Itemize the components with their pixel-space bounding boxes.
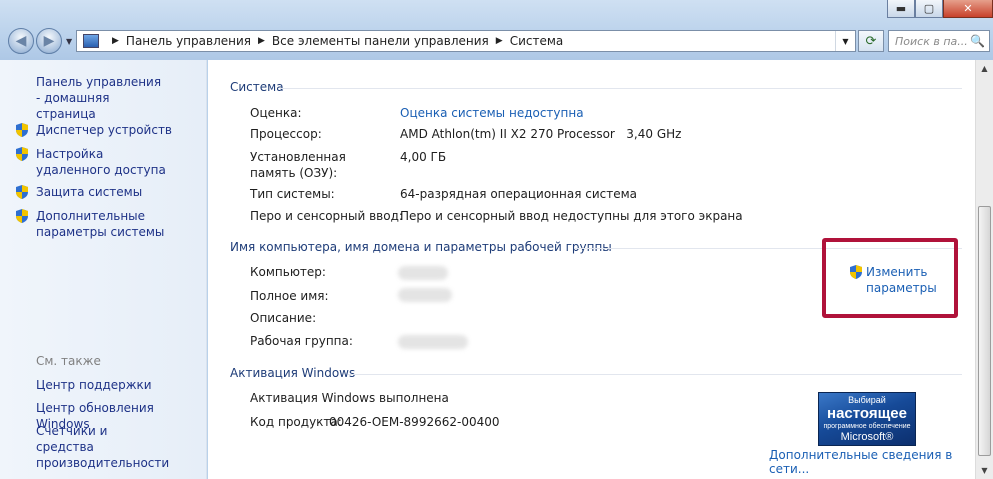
description-label: Описание: <box>250 311 317 325</box>
window-titlebar: ▬ ▢ ✕ ◀ ▶ ▼ ▶ Панель управления ▶ Все эл… <box>0 0 993 60</box>
product-key-value: 00426-OEM-8992662-00400 <box>329 415 500 429</box>
sidebar-link-action-center[interactable]: Центр поддержки <box>14 377 152 393</box>
breadcrumb-separator-icon[interactable]: ▶ <box>496 36 503 46</box>
redacted-value <box>398 266 448 280</box>
shield-icon <box>848 264 864 280</box>
shield-icon <box>14 146 30 162</box>
breadcrumb-all-items[interactable]: Все элементы панели управления <box>272 34 489 48</box>
navigation-buttons: ◀ ▶ ▼ <box>8 28 72 54</box>
full-name-label: Полное имя: <box>250 289 329 303</box>
sidebar-link-label[interactable]: Центр поддержки <box>14 377 152 393</box>
system-type-label: Тип системы: <box>250 187 335 201</box>
scroll-down-icon[interactable]: ▼ <box>976 462 993 479</box>
refresh-button[interactable]: ⟳ <box>858 30 884 52</box>
sidebar: Панель управления - домашняя страница Ди… <box>0 60 207 479</box>
sidebar-home-label[interactable]: Панель управления - домашняя страница <box>14 74 164 122</box>
window-controls: ▬ ▢ ✕ <box>887 0 993 18</box>
sidebar-item-device-manager[interactable]: Диспетчер устройств <box>14 122 172 138</box>
breadcrumb-control-panel[interactable]: Панель управления <box>126 34 251 48</box>
system-type-value: 64-разрядная операционная система <box>400 187 638 201</box>
vertical-scrollbar[interactable]: ▲ ▼ <box>975 60 993 479</box>
pen-touch-value: Перо и сенсорный ввод недоступны для это… <box>400 209 743 223</box>
redacted-value <box>398 335 468 349</box>
sidebar-item-label[interactable]: Настройка удаленного доступа <box>30 146 170 178</box>
address-bar[interactable]: ▶ Панель управления ▶ Все элементы панел… <box>76 30 856 52</box>
rating-label: Оценка: <box>250 106 302 120</box>
search-placeholder: Поиск в па... <box>895 34 968 48</box>
cpu-value: AMD Athlon(tm) II X2 270 Processor 3,40 … <box>400 127 682 141</box>
sidebar-item-remote-access[interactable]: Настройка удаленного доступа <box>14 146 170 178</box>
computer-name-label: Компьютер: <box>250 265 326 279</box>
sidebar-home-link[interactable]: Панель управления - домашняя страница <box>14 74 164 122</box>
sidebar-item-label[interactable]: Защита системы <box>30 184 142 200</box>
sidebar-link-performance[interactable]: Счетчики и средства производительности <box>14 423 169 471</box>
sidebar-item-system-protection[interactable]: Защита системы <box>14 184 142 200</box>
breadcrumb-separator-icon[interactable]: ▶ <box>112 36 119 46</box>
close-button[interactable]: ✕ <box>943 0 993 18</box>
change-settings-label[interactable]: Изменить параметры <box>864 264 937 296</box>
search-icon[interactable]: 🔍 <box>970 34 985 48</box>
redacted-value <box>398 288 452 302</box>
breadcrumb-system[interactable]: Система <box>510 34 564 48</box>
pen-touch-label: Перо и сенсорный ввод: <box>250 209 403 223</box>
maximize-button[interactable]: ▢ <box>915 0 943 18</box>
recent-pages-dropdown-icon[interactable]: ▼ <box>66 37 72 46</box>
section-title-activation: Активация Windows <box>230 366 356 380</box>
more-info-online-link[interactable]: Дополнительные сведения в сети... <box>769 448 975 476</box>
sidebar-item-label[interactable]: Дополнительные параметры системы <box>30 208 198 240</box>
shield-icon <box>14 122 30 138</box>
workgroup-label: Рабочая группа: <box>250 334 353 348</box>
sidebar-item-advanced-settings[interactable]: Дополнительные параметры системы <box>14 208 198 240</box>
change-settings-link[interactable]: Изменить параметры <box>848 264 937 296</box>
cpu-label: Процессор: <box>250 127 322 141</box>
activation-status: Активация Windows выполнена <box>250 391 449 405</box>
main-content: Система Оценка: Оценка системы недоступн… <box>208 60 975 479</box>
scroll-up-icon[interactable]: ▲ <box>976 60 993 77</box>
section-title-system: Система <box>230 80 284 94</box>
address-dropdown-icon[interactable]: ▼ <box>835 31 855 51</box>
see-also-heading: См. также <box>36 354 101 368</box>
shield-icon <box>14 208 30 224</box>
section-title-computer: Имя компьютера, имя домена и параметры р… <box>230 240 612 254</box>
genuine-microsoft-badge[interactable]: Выбирай настоящее программное обеспечени… <box>818 392 916 446</box>
sidebar-link-label[interactable]: Счетчики и средства производительности <box>14 423 169 471</box>
rating-link[interactable]: Оценка системы недоступна <box>400 105 584 121</box>
sidebar-item-label[interactable]: Диспетчер устройств <box>30 122 172 138</box>
breadcrumb-separator-icon[interactable]: ▶ <box>258 36 265 46</box>
section-divider <box>348 374 962 375</box>
scroll-thumb[interactable] <box>978 206 991 456</box>
badge-line-3: программное обеспечение <box>823 423 911 430</box>
search-input[interactable]: Поиск в па... 🔍 <box>888 30 990 52</box>
ram-value: 4,00 ГБ <box>400 150 447 164</box>
minimize-button[interactable]: ▬ <box>887 0 915 18</box>
shield-icon <box>14 184 30 200</box>
badge-line-4: Microsoft® <box>840 431 894 443</box>
badge-line-2: настоящее <box>827 405 907 422</box>
forward-button[interactable]: ▶ <box>36 28 62 54</box>
control-panel-icon <box>83 34 99 48</box>
ram-label: Установленная память (ОЗУ): <box>250 150 346 180</box>
section-divider <box>280 88 962 89</box>
back-button[interactable]: ◀ <box>8 28 34 54</box>
